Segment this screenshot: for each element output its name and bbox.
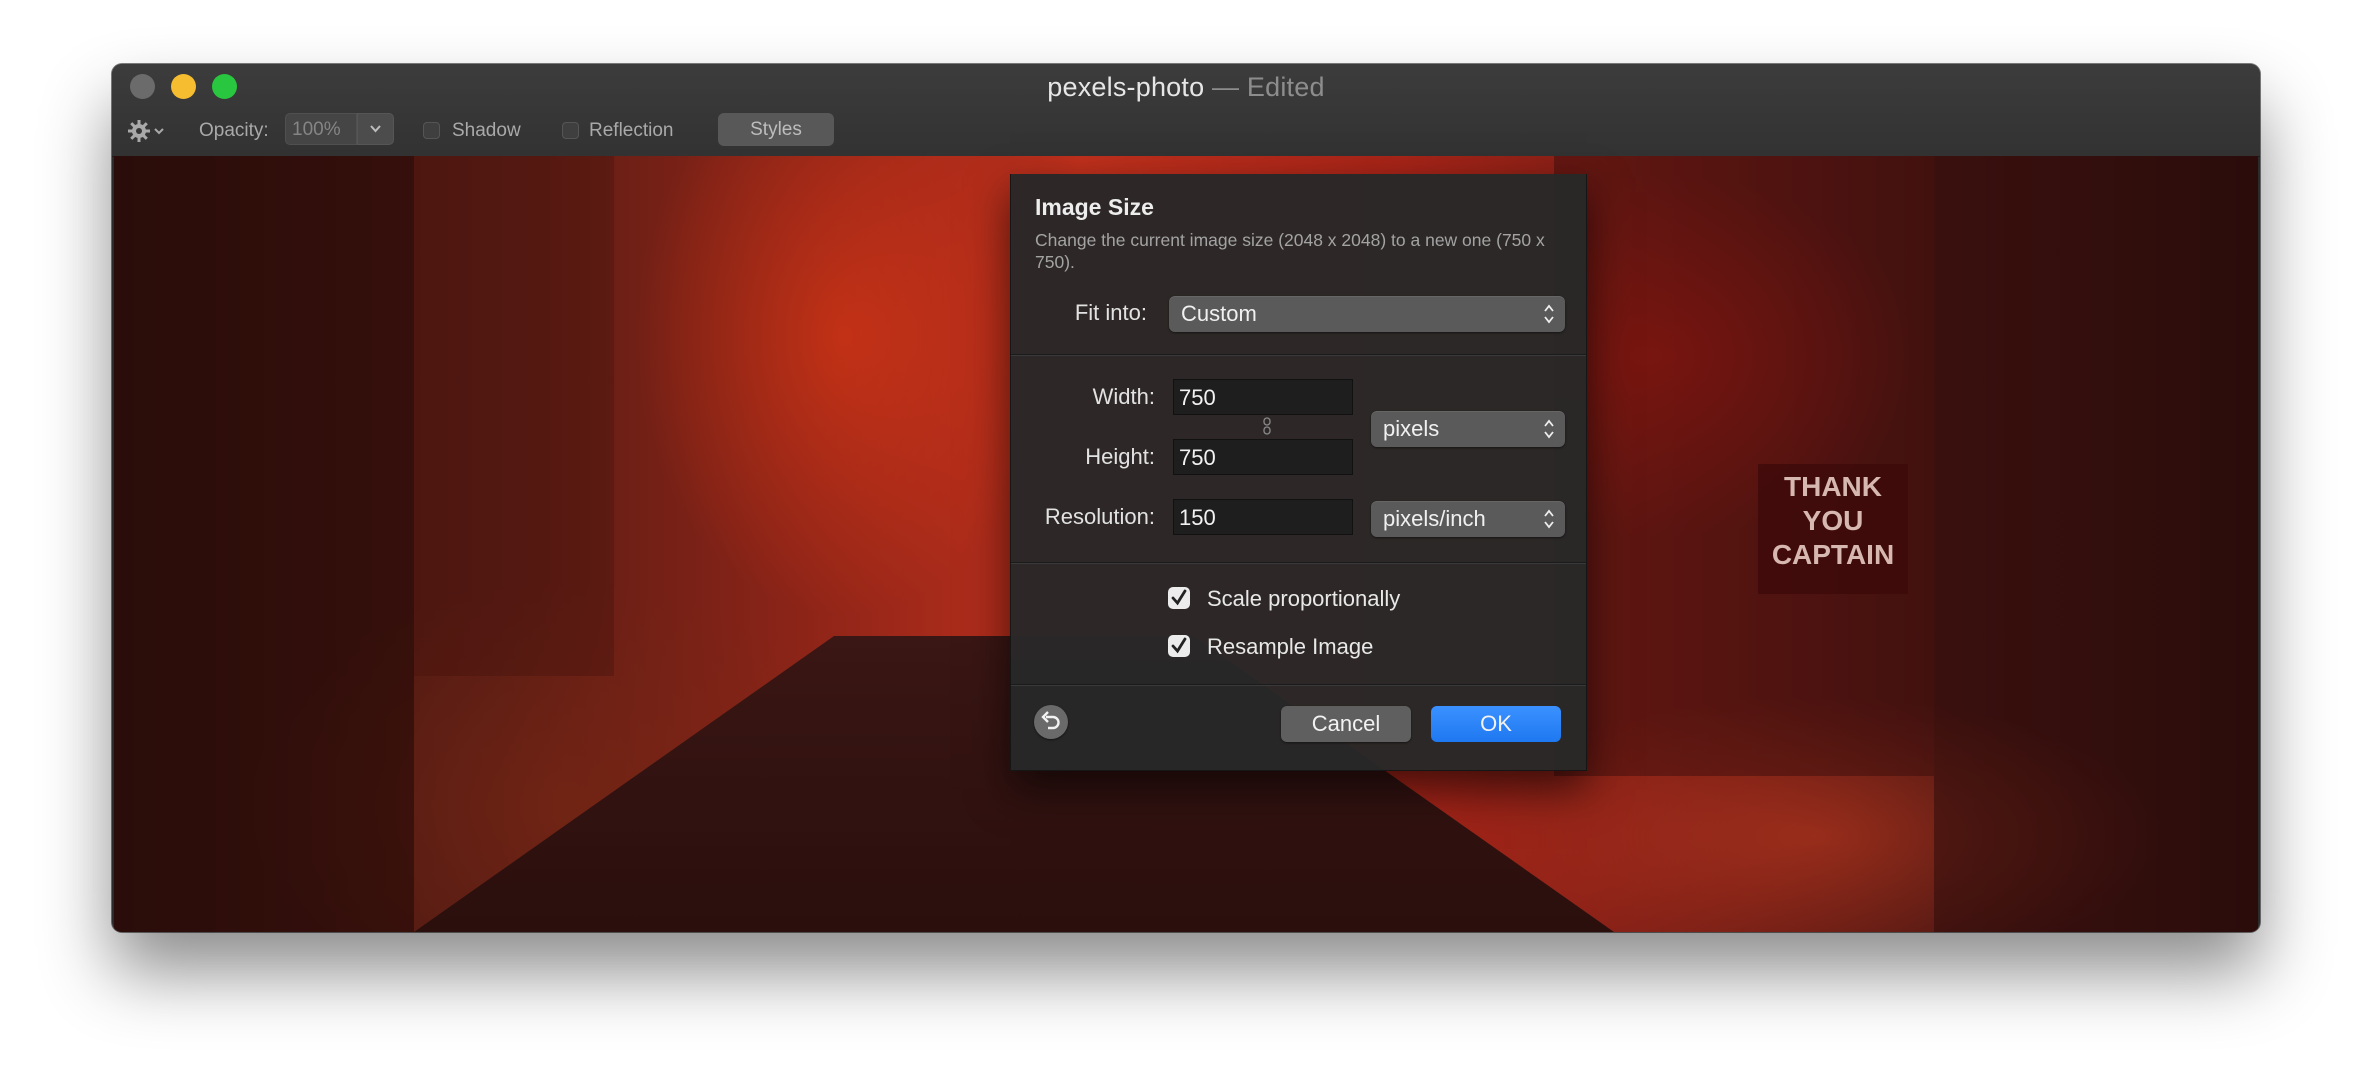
resolution-label: Resolution: — [1044, 504, 1155, 529]
checkmark-icon — [1171, 589, 1187, 606]
height-field[interactable]: 750 — [1173, 439, 1353, 475]
height-label: Height: — [1085, 444, 1155, 469]
separator — [1011, 684, 1586, 686]
chevron-down-icon — [370, 125, 381, 133]
resolution-field[interactable]: 150 — [1173, 499, 1353, 535]
title-bar: pexels-photo — Edited Opacity: 100% Shad… — [112, 64, 2260, 157]
up-down-arrows-icon — [1544, 304, 1554, 324]
gear-icon — [128, 120, 164, 142]
scale-proportionally-label: Scale proportionally — [1207, 586, 1401, 611]
resample-image-checkbox[interactable] — [1168, 635, 1190, 657]
up-down-arrows-icon — [1544, 509, 1554, 529]
opacity-dropdown-button[interactable] — [357, 113, 394, 145]
document-name: pexels-photo — [1047, 72, 1205, 102]
resolution-unit-popup[interactable]: pixels/inch — [1371, 501, 1565, 537]
toolbar: Opacity: 100% Shadow Reflection Styles — [112, 110, 2260, 152]
fit-into-label: Fit into: — [1074, 300, 1147, 325]
image-size-dialog: Image Size Change the current image size… — [1010, 174, 1587, 771]
size-unit-value: pixels — [1383, 416, 1440, 441]
fit-into-value: Custom — [1181, 301, 1257, 326]
separator — [1011, 354, 1586, 356]
app-window: pexels-photo — Edited Opacity: 100% Shad… — [112, 64, 2260, 932]
shadow-checkbox[interactable] — [423, 122, 440, 139]
dialog-description: Change the current image size (2048 x 20… — [1035, 230, 1545, 272]
title-separator: — — [1204, 72, 1247, 102]
edited-status: Edited — [1246, 72, 1325, 102]
opacity-label: Opacity: — [199, 120, 269, 141]
ok-button[interactable]: OK — [1431, 706, 1561, 742]
opacity-field[interactable]: 100% — [285, 113, 357, 145]
reflection-checkbox[interactable] — [562, 122, 579, 139]
scale-proportionally-checkbox[interactable] — [1168, 587, 1190, 609]
styles-button[interactable]: Styles — [718, 113, 834, 146]
link-icon[interactable] — [1262, 417, 1272, 435]
building-left — [114, 156, 414, 932]
width-field[interactable]: 750 — [1173, 379, 1353, 415]
size-unit-popup[interactable]: pixels — [1371, 411, 1565, 447]
window-title: pexels-photo — Edited — [112, 72, 2260, 103]
up-down-arrows-icon — [1544, 419, 1554, 439]
reflection-label: Reflection — [589, 120, 674, 141]
building-left-mid — [414, 156, 614, 676]
separator — [1011, 562, 1586, 564]
cancel-button[interactable]: Cancel — [1281, 706, 1411, 742]
thank-you-sign: THANK YOU CAPTAIN — [1758, 464, 1908, 594]
undo-arrow-icon — [1041, 711, 1060, 730]
shadow-label: Shadow — [452, 120, 521, 141]
dialog-title: Image Size — [1035, 194, 1154, 220]
resolution-unit-value: pixels/inch — [1383, 506, 1486, 531]
reset-button[interactable] — [1034, 705, 1068, 739]
gear-menu-button[interactable] — [128, 118, 168, 144]
checkmark-icon — [1171, 637, 1187, 654]
resample-image-label: Resample Image — [1207, 634, 1374, 659]
building-right — [1934, 156, 2258, 932]
fit-into-popup[interactable]: Custom — [1169, 296, 1565, 332]
width-label: Width: — [1092, 384, 1155, 409]
